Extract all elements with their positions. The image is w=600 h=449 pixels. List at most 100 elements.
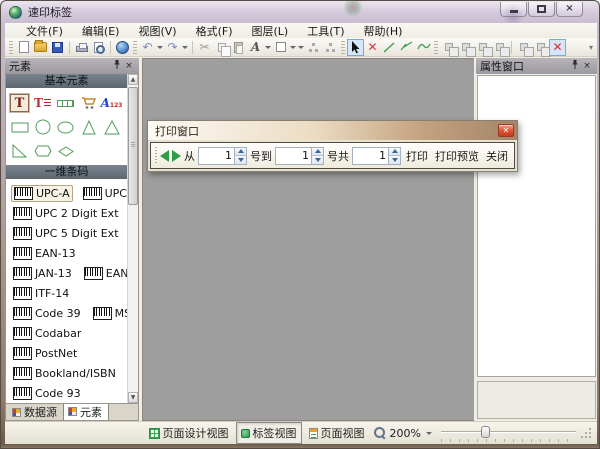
barcode-upc-a[interactable]: UPC-A	[11, 185, 73, 202]
pin-icon[interactable]	[111, 60, 123, 72]
select-tool-button[interactable]	[347, 39, 364, 56]
page-design-view-button[interactable]: 页面设计视图	[144, 422, 234, 444]
cart-element-button[interactable]	[79, 94, 98, 113]
total-number-input[interactable]	[352, 147, 388, 165]
menu-help[interactable]: 帮助(H)	[355, 23, 412, 39]
polyline-tool-button[interactable]	[398, 39, 415, 56]
rectangle-shape-button[interactable]	[10, 118, 29, 137]
line-style-dropdown[interactable]	[298, 46, 304, 49]
minimize-button[interactable]	[500, 2, 527, 17]
web-button[interactable]	[114, 39, 131, 56]
zoom-level[interactable]: 200%	[390, 427, 421, 440]
menu-format[interactable]: 格式(F)	[187, 23, 242, 39]
close-button[interactable]: ×	[556, 2, 583, 17]
line-tool-button[interactable]	[381, 39, 398, 56]
font-button[interactable]: A	[247, 39, 264, 56]
next-label-button[interactable]	[172, 150, 181, 162]
menu-view[interactable]: 视图(V)	[129, 23, 185, 39]
stepper-down-icon[interactable]	[389, 155, 400, 164]
menu-tools[interactable]: 工具(T)	[298, 23, 353, 39]
group-button[interactable]	[440, 39, 457, 56]
menu-layer[interactable]: 图层(L)	[243, 23, 298, 39]
text-element-button[interactable]: T	[10, 94, 29, 113]
toolbar-overflow-button[interactable]: ▾	[589, 43, 595, 52]
barcode-ean13[interactable]: EAN-13	[11, 246, 78, 261]
triangle-shape-button[interactable]	[79, 118, 98, 137]
font-dropdown[interactable]	[265, 46, 271, 49]
stepper-up-icon[interactable]	[389, 148, 400, 156]
panel-close-icon[interactable]: ×	[123, 62, 135, 71]
to-number-input[interactable]	[275, 147, 311, 165]
richtext-element-button[interactable]: T	[33, 94, 52, 113]
curve-tool-button[interactable]	[415, 39, 432, 56]
tab-data-source[interactable]: 数据源	[8, 405, 63, 420]
right-triangle-shape-button[interactable]	[10, 142, 29, 161]
elements-scrollbar[interactable]: ▲ ▼	[127, 74, 138, 403]
send-backward-button[interactable]	[491, 39, 508, 56]
triangle2-shape-button[interactable]	[102, 118, 121, 137]
table-element-button[interactable]	[56, 94, 75, 113]
print-preview-button[interactable]	[90, 39, 107, 56]
barcode-jan13[interactable]: JAN-13	[11, 266, 74, 281]
stepper-up-icon[interactable]	[312, 148, 323, 156]
barcode-ean8[interactable]: EAN-8	[82, 266, 127, 281]
print-button[interactable]	[73, 39, 90, 56]
align-horizontal-button[interactable]	[305, 39, 322, 56]
ellipse-shape-button[interactable]	[56, 118, 75, 137]
barcode-codabar[interactable]: Codabar	[11, 326, 83, 341]
paste-button[interactable]	[230, 39, 247, 56]
ungroup-button[interactable]	[457, 39, 474, 56]
menu-file[interactable]: 文件(F)	[17, 23, 72, 39]
barcode-postnet[interactable]: PostNet	[11, 346, 79, 361]
delete-element-button[interactable]: ✕	[364, 39, 381, 56]
stepper-down-icon[interactable]	[235, 155, 246, 164]
delete-all-button[interactable]: ✕	[549, 39, 566, 56]
redo-dropdown[interactable]	[182, 46, 188, 49]
print-dialog-close-button[interactable]: ✕	[498, 124, 514, 137]
redo-button[interactable]: ↷	[164, 39, 181, 56]
align-vertical-button[interactable]	[322, 39, 339, 56]
maximize-button[interactable]	[528, 2, 555, 17]
page-view-button[interactable]: 页面视图	[304, 422, 370, 444]
barcode-msi[interactable]: MSI	[91, 306, 127, 321]
scroll-down-icon[interactable]: ▼	[128, 392, 138, 403]
slider-thumb[interactable]	[481, 426, 490, 438]
zoom-slider[interactable]	[441, 424, 576, 442]
print-button[interactable]: 打印	[404, 146, 430, 166]
design-canvas[interactable]	[142, 58, 474, 421]
resize-grip[interactable]	[580, 426, 593, 440]
dialog-close-button[interactable]: 关闭	[484, 146, 510, 166]
diamond-shape-button[interactable]	[56, 142, 75, 161]
bring-front-button[interactable]	[515, 39, 532, 56]
barcode-bookland[interactable]: Bookland/ISBN	[11, 366, 118, 381]
hexagon-shape-button[interactable]	[33, 142, 52, 161]
barcode-upc-2digit[interactable]: UPC 2 Digit Ext	[11, 206, 121, 221]
border-style-button[interactable]	[272, 39, 289, 56]
previous-label-button[interactable]	[160, 150, 169, 162]
cut-button[interactable]: ✂	[196, 39, 213, 56]
menu-edit[interactable]: 编辑(E)	[73, 23, 129, 39]
pin-icon[interactable]	[569, 60, 581, 72]
stepper-up-icon[interactable]	[235, 148, 246, 156]
barcode-section-header[interactable]: 一维条码	[6, 165, 127, 179]
undo-dropdown[interactable]	[157, 46, 163, 49]
scroll-up-icon[interactable]: ▲	[128, 74, 138, 85]
undo-button[interactable]: ↶	[139, 39, 156, 56]
barcode-upc-5digit[interactable]: UPC 5 Digit Ext	[11, 226, 121, 241]
copy-button[interactable]	[213, 39, 230, 56]
panel-close-icon[interactable]: ×	[581, 62, 593, 71]
tab-elements[interactable]: 元素	[63, 403, 109, 420]
basic-elements-header[interactable]: 基本元素	[6, 74, 127, 88]
barcode-code39[interactable]: Code 39	[11, 306, 83, 321]
border-style-dropdown[interactable]	[290, 46, 296, 49]
open-button[interactable]	[32, 39, 49, 56]
numbering-element-button[interactable]: A123	[102, 94, 121, 113]
bring-forward-button[interactable]	[474, 39, 491, 56]
send-back-button[interactable]	[532, 39, 549, 56]
from-number-input[interactable]	[198, 147, 234, 165]
barcode-code93[interactable]: Code 93	[11, 386, 83, 401]
label-view-button[interactable]: 标签视图	[236, 422, 302, 444]
scrollbar-thumb[interactable]	[128, 87, 138, 205]
circle-shape-button[interactable]	[33, 118, 52, 137]
print-preview-button[interactable]: 打印预览	[433, 146, 481, 166]
